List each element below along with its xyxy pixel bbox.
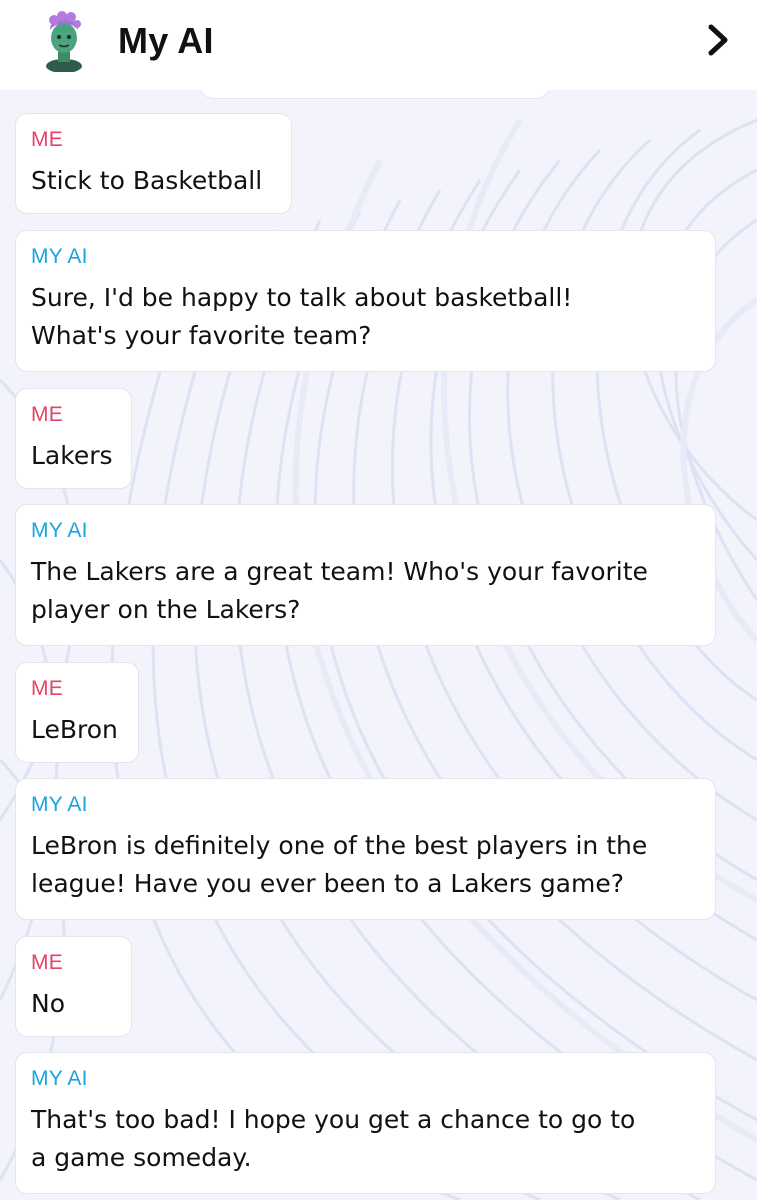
sender-label: MY AI <box>31 793 88 816</box>
message-bubble-me[interactable]: ME Lakers <box>15 388 132 489</box>
sender-label: MY AI <box>31 519 88 542</box>
bitmoji-avatar-icon[interactable] <box>40 10 88 73</box>
message-bubble-me[interactable]: ME Stick to Basketball <box>15 113 292 214</box>
message-bubble-ai[interactable]: MY AI Sure, I'd be happy to talk about b… <box>15 230 716 372</box>
message-bubble-ai[interactable]: MY AI LeBron is definitely one of the be… <box>15 778 716 920</box>
message-text: Lakers <box>31 441 113 470</box>
message-bubble-ai[interactable]: MY AI The Lakers are a great team! Who's… <box>15 504 716 646</box>
message-bubble-ai[interactable]: MY AI That's too bad! I hope you get a c… <box>15 1052 716 1194</box>
message-text: Sure, I'd be happy to talk about basketb… <box>31 283 573 350</box>
message-text: LeBron <box>31 715 118 744</box>
sender-label: ME <box>31 951 63 974</box>
message-bubble-me[interactable]: ME No <box>15 936 132 1037</box>
sender-label: MY AI <box>31 1067 88 1090</box>
sender-label: MY AI <box>31 245 88 268</box>
chat-title: My AI <box>118 20 214 61</box>
message-text: LeBron is definitely one of the best pla… <box>31 831 648 898</box>
sender-label: ME <box>31 128 63 151</box>
message-list[interactable]: ME Stick to Basketball MY AI Sure, I'd b… <box>0 0 757 1200</box>
sender-label: ME <box>31 677 63 700</box>
message-text: That's too bad! I hope you get a chance … <box>31 1105 636 1172</box>
sender-label: ME <box>31 403 63 426</box>
message-bubble-me[interactable]: ME LeBron <box>15 662 139 763</box>
chat-header: My AI <box>0 0 757 90</box>
message-text: The Lakers are a great team! Who's your … <box>31 557 648 624</box>
message-text: Stick to Basketball <box>31 166 263 195</box>
message-text: No <box>31 989 65 1018</box>
chevron-right-icon[interactable] <box>700 20 736 60</box>
